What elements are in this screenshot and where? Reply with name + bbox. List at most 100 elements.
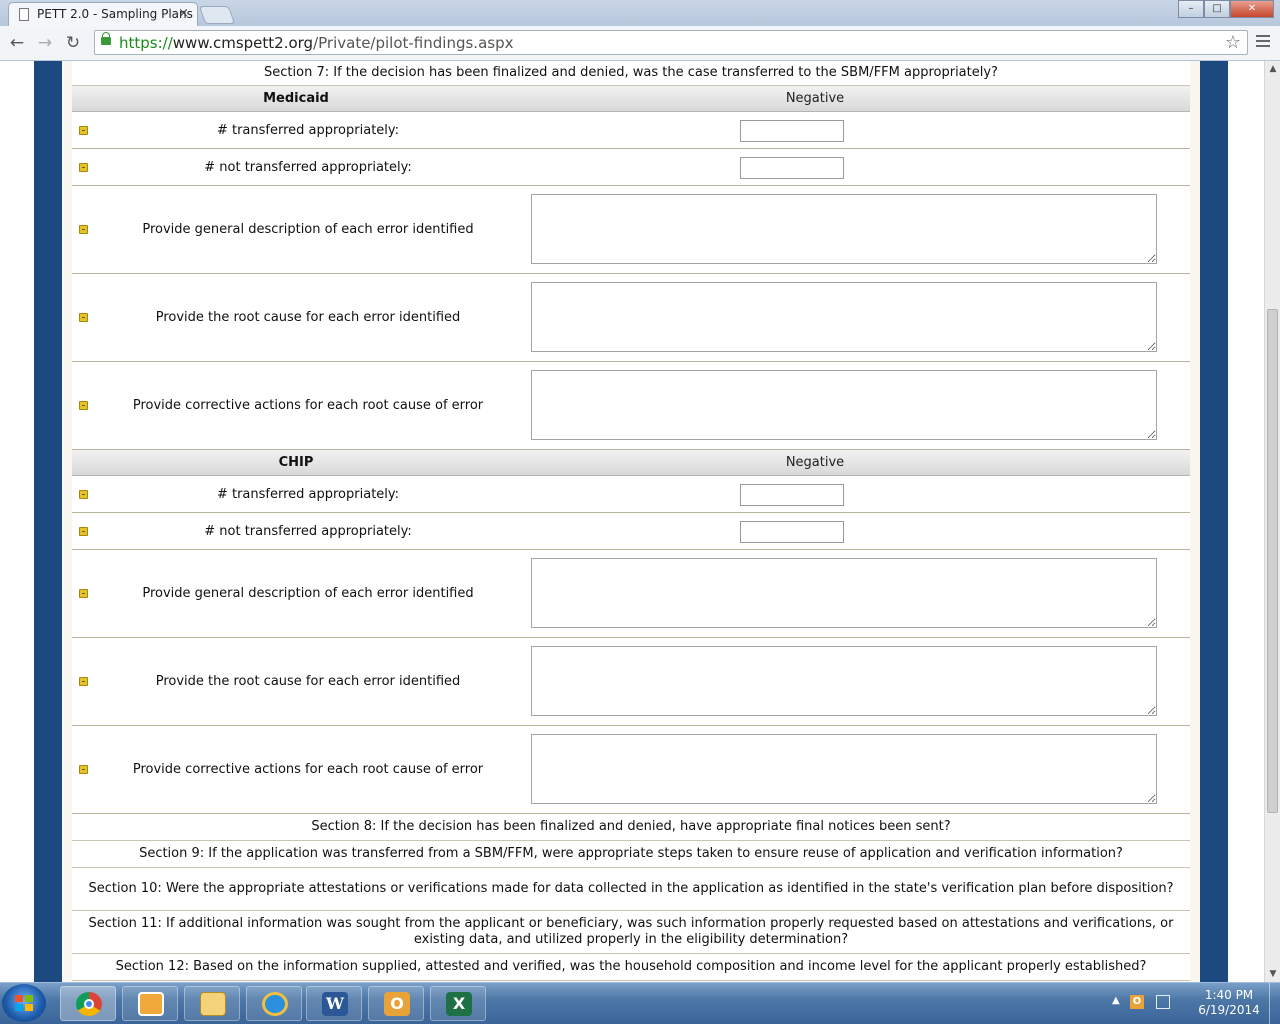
chip-root-cause-row: Provide the root cause for each error id…: [72, 638, 1190, 726]
internet-explorer-icon: [262, 992, 288, 1016]
excel-icon: X: [446, 992, 472, 1016]
yellow-square-bullet-icon: [79, 765, 88, 774]
new-tab-button[interactable]: [198, 6, 236, 24]
yellow-square-bullet-icon: [79, 126, 88, 135]
section-8-heading[interactable]: Section 8: If the decision has been fina…: [72, 814, 1190, 841]
medicaid-not-transferred-input[interactable]: [740, 157, 844, 179]
system-tray: ▲ O 1:40 PM 6/19/2014: [1110, 983, 1280, 1024]
taskbar-media-player[interactable]: [122, 986, 178, 1021]
outlook-icon: O: [384, 992, 410, 1016]
address-bar[interactable]: https://www.cmspett2.org/Private/pilot-f…: [94, 30, 1248, 55]
window-controls: – □ ✕: [1178, 0, 1274, 18]
word-icon: W: [322, 992, 348, 1016]
medicaid-transferred-input[interactable]: [740, 120, 844, 142]
taskbar-word[interactable]: W: [306, 986, 362, 1021]
taskbar-explorer[interactable]: [184, 986, 240, 1021]
star-icon[interactable]: ☆: [1225, 32, 1241, 53]
url-host: www.cmspett2.org: [172, 34, 314, 52]
taskbar-outlook[interactable]: O: [368, 986, 424, 1021]
medicaid-title: Medicaid: [263, 91, 329, 106]
chrome-icon: [76, 992, 102, 1016]
findings-form: Section 7: If the decision has been fina…: [72, 61, 1190, 981]
negative-column-header: Negative: [785, 455, 845, 470]
network-icon[interactable]: [1156, 995, 1170, 1009]
chip-title: CHIP: [278, 455, 314, 470]
maximize-button[interactable]: □: [1204, 0, 1230, 18]
scroll-down-arrow-icon[interactable]: ▼: [1265, 966, 1280, 982]
minimize-button[interactable]: –: [1178, 0, 1204, 18]
medicaid-root-cause-textarea[interactable]: [531, 282, 1157, 352]
chip-corrective-textarea[interactable]: [531, 734, 1157, 804]
back-button[interactable]: ←: [6, 32, 28, 54]
chip-description-row: Provide general description of each erro…: [72, 550, 1190, 638]
yellow-square-bullet-icon: [79, 401, 88, 410]
show-desktop-button[interactable]: [1269, 983, 1280, 1024]
chip-transferred-input[interactable]: [740, 484, 844, 506]
yellow-square-bullet-icon: [79, 225, 88, 234]
chip-transferred-row: # transferred appropriately:: [72, 476, 1190, 513]
url-path: /Private/pilot-findings.aspx: [313, 34, 514, 52]
page-viewport: Section 7: If the decision has been fina…: [0, 61, 1264, 982]
section-10-heading[interactable]: Section 10: Were the appropriate attesta…: [72, 868, 1190, 911]
yellow-square-bullet-icon: [79, 589, 88, 598]
medicaid-description-textarea[interactable]: [531, 194, 1157, 264]
taskbar-chrome[interactable]: [60, 986, 116, 1021]
page-frame-left: [34, 61, 62, 982]
close-window-button[interactable]: ✕: [1230, 0, 1274, 18]
url-scheme: https://: [119, 34, 173, 52]
medicaid-not-transferred-label: # not transferred appropriately:: [204, 160, 412, 175]
windows-taskbar: W O X ▲ O 1:40 PM 6/19/2014: [0, 982, 1280, 1024]
chip-corrective-row: Provide corrective actions for each root…: [72, 726, 1190, 814]
chip-transferred-label: # transferred appropriately:: [216, 487, 400, 502]
chip-header: CHIP Negative: [72, 450, 1190, 476]
page-icon: [19, 8, 29, 21]
chip-not-transferred-row: # not transferred appropriately:: [72, 513, 1190, 550]
lock-icon: [101, 32, 111, 45]
yellow-square-bullet-icon: [79, 490, 88, 499]
start-button[interactable]: [2, 984, 46, 1022]
scrollbar-thumb[interactable]: [1267, 309, 1278, 813]
scroll-up-arrow-icon[interactable]: ▲: [1265, 61, 1280, 77]
browser-tab[interactable]: PETT 2.0 - Sampling Plans ×: [8, 2, 198, 26]
show-hidden-icons-icon[interactable]: ▲: [1112, 995, 1120, 1006]
vertical-scrollbar[interactable]: ▲ ▼: [1264, 61, 1280, 982]
taskbar-excel[interactable]: X: [430, 986, 486, 1021]
taskbar-internet-explorer[interactable]: [246, 986, 302, 1021]
chip-not-transferred-input[interactable]: [740, 521, 844, 543]
medicaid-corrective-textarea[interactable]: [531, 370, 1157, 440]
chip-description-label: Provide general description of each erro…: [142, 586, 474, 601]
medicaid-transferred-row: # transferred appropriately:: [72, 112, 1190, 149]
medicaid-transferred-label: # transferred appropriately:: [216, 123, 400, 138]
folder-icon: [200, 992, 226, 1016]
clock-time: 1:40 PM: [1204, 988, 1254, 1002]
medicaid-root-cause-label: Provide the root cause for each error id…: [155, 310, 461, 325]
clock[interactable]: 1:40 PM 6/19/2014: [1180, 988, 1278, 1018]
chip-not-transferred-label: # not transferred appropriately:: [204, 524, 412, 539]
chip-description-textarea[interactable]: [531, 558, 1157, 628]
chip-corrective-label: Provide corrective actions for each root…: [132, 762, 484, 777]
medicaid-header: Medicaid Negative: [72, 86, 1190, 112]
close-tab-icon[interactable]: ×: [178, 6, 189, 21]
page-frame-right: [1200, 61, 1228, 982]
section-7-heading[interactable]: Section 7: If the decision has been fina…: [72, 61, 1190, 86]
negative-column-header: Negative: [785, 91, 845, 106]
yellow-square-bullet-icon: [79, 313, 88, 322]
reload-button[interactable]: ↻: [62, 32, 84, 54]
clock-date: 6/19/2014: [1198, 1003, 1260, 1017]
yellow-square-bullet-icon: [79, 527, 88, 536]
url-text: https://www.cmspett2.org/Private/pilot-f…: [119, 34, 513, 52]
section-12-heading[interactable]: Section 12: Based on the information sup…: [72, 954, 1190, 981]
outlook-tray-icon[interactable]: O: [1130, 995, 1144, 1009]
medicaid-root-cause-row: Provide the root cause for each error id…: [72, 274, 1190, 362]
browser-toolbar: ← → ↻ https://www.cmspett2.org/Private/p…: [0, 26, 1280, 61]
medicaid-not-transferred-row: # not transferred appropriately:: [72, 149, 1190, 186]
windows-logo-icon: [15, 995, 33, 1011]
media-player-icon: [138, 992, 164, 1016]
section-11-heading[interactable]: Section 11: If additional information wa…: [72, 911, 1190, 954]
medicaid-description-label: Provide general description of each erro…: [142, 222, 474, 237]
chip-root-cause-textarea[interactable]: [531, 646, 1157, 716]
forward-button[interactable]: →: [34, 32, 56, 54]
chip-root-cause-label: Provide the root cause for each error id…: [155, 674, 461, 689]
hamburger-menu-icon[interactable]: [1256, 35, 1270, 50]
section-9-heading[interactable]: Section 9: If the application was transf…: [72, 841, 1190, 868]
